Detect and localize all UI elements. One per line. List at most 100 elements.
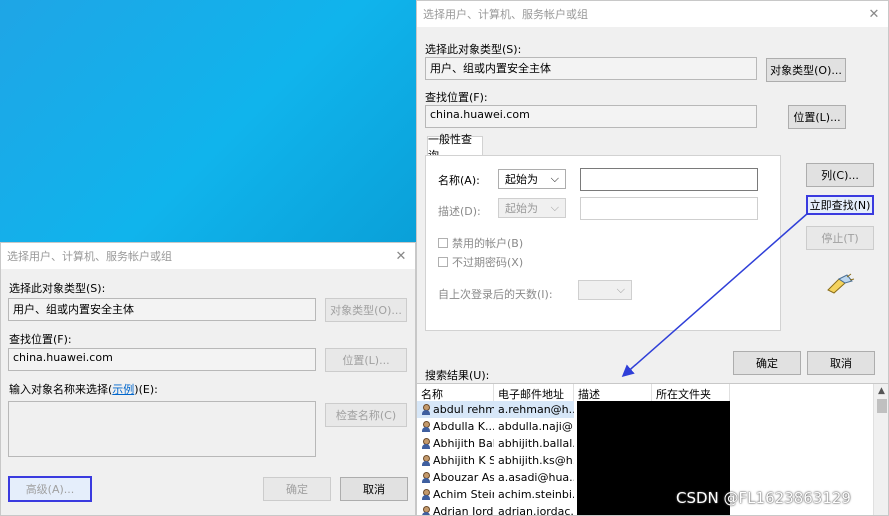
chevron-down-icon: ⌵: [550, 201, 559, 214]
titlebar: 选择用户、计算机、服务帐户或组 ✕: [1, 243, 415, 269]
cell-email: abdulla.naji@...: [498, 420, 574, 433]
non-expiring-password-checkbox[interactable]: 不过期密码(X): [438, 254, 523, 270]
cell-name-text: abdul rehm...: [433, 403, 494, 416]
scroll-up-icon[interactable]: ▲: [878, 386, 885, 396]
enter-names-suffix: )(E):: [134, 383, 158, 396]
table-row[interactable]: abdul rehm... a.rehman@h...: [417, 401, 574, 418]
cell-name-text: Abhijith K S...: [433, 454, 494, 467]
cell-email: abhijith.ks@h...: [498, 454, 574, 467]
location-button[interactable]: 位置(L)...: [788, 105, 846, 129]
user-icon: [421, 506, 431, 515]
name-match-select[interactable]: 起始为 ⌵: [498, 169, 566, 189]
chevron-down-icon: ⌵: [550, 172, 559, 185]
watermark: CSDN @FL1623863129: [676, 489, 851, 507]
column-header-description[interactable]: 描述: [574, 384, 652, 401]
object-type-label: 选择此对象类型(S):: [9, 282, 106, 295]
ok-button[interactable]: 确定: [263, 477, 331, 501]
cell-email: adrian.jordac...: [498, 505, 574, 516]
name-label: 名称(A):: [438, 174, 480, 187]
description-match-select[interactable]: 起始为 ⌵: [498, 198, 566, 218]
object-types-button[interactable]: 对象类型(O)...: [766, 58, 846, 82]
find-now-button[interactable]: 立即查找(N): [806, 195, 874, 215]
user-icon: [421, 421, 431, 432]
titlebar: 选择用户、计算机、服务帐户或组 ✕: [417, 1, 888, 27]
table-row[interactable]: Abouzar As... a.asadi@hua...: [417, 469, 574, 486]
object-type-field: 用户、组或内置安全主体: [8, 298, 316, 321]
name-match-value: 起始为: [505, 173, 538, 186]
cell-name: Abdulla K...: [417, 418, 494, 435]
object-type-field: 用户、组或内置安全主体: [425, 57, 757, 80]
ok-button[interactable]: 确定: [733, 351, 801, 375]
column-header-name[interactable]: 名称: [417, 384, 494, 401]
enter-names-label: 输入对象名称来选择(示例)(E):: [9, 381, 158, 397]
column-header-folder[interactable]: 所在文件夹: [652, 384, 730, 401]
location-field: china.huawei.com: [425, 105, 757, 128]
cell-name: abdul rehm...: [417, 401, 494, 418]
location-button[interactable]: 位置(L)...: [325, 348, 407, 372]
checkbox-box: [438, 238, 448, 248]
vertical-scrollbar[interactable]: ▲: [873, 384, 888, 515]
close-icon[interactable]: ✕: [866, 7, 882, 22]
cell-name: Abhijith K S...: [417, 452, 494, 469]
table-row[interactable]: Adrian Jord... adrian.jordac...: [417, 503, 574, 516]
window-title: 选择用户、计算机、服务帐户或组: [7, 250, 172, 263]
checkbox-box: [438, 257, 448, 267]
cancel-button[interactable]: 取消: [340, 477, 408, 501]
location-label: 查找位置(F):: [425, 91, 488, 104]
tab-common-queries[interactable]: 一般性查询: [427, 133, 483, 162]
user-icon: [421, 472, 431, 483]
cell-name-text: Achim Stein...: [433, 488, 494, 501]
results-header: 名称 电子邮件地址 描述 所在文件夹: [417, 384, 730, 401]
select-users-dialog-basic: 选择用户、计算机、服务帐户或组 ✕ 选择此对象类型(S): 用户、组或内置安全主…: [0, 242, 416, 516]
chevron-down-icon: ⌵: [616, 283, 625, 296]
cancel-button[interactable]: 取消: [807, 351, 875, 375]
columns-button[interactable]: 列(C)...: [806, 163, 874, 187]
enter-names-prefix: 输入对象名称来选择(: [9, 383, 113, 396]
cell-name: Achim Stein...: [417, 486, 494, 503]
location-field: china.huawei.com: [8, 348, 316, 371]
cell-name-text: Abouzar As...: [433, 471, 494, 484]
search-results-label: 搜索结果(U):: [425, 369, 490, 382]
object-names-textarea[interactable]: [8, 401, 316, 457]
name-input[interactable]: [580, 168, 758, 191]
cell-name-text: Abhijith Bal...: [433, 437, 494, 450]
scroll-thumb[interactable]: [877, 399, 887, 413]
stop-button[interactable]: 停止(T): [806, 226, 874, 250]
screen: 选择用户、计算机、服务帐户或组 ✕ 选择此对象类型(S): 用户、组或内置安全主…: [0, 0, 889, 516]
user-icon: [421, 404, 431, 415]
check-names-button[interactable]: 检查名称(C): [325, 403, 407, 427]
object-types-button[interactable]: 对象类型(O)...: [325, 298, 407, 322]
table-row[interactable]: Abhijith K S... abhijith.ks@h...: [417, 452, 574, 469]
non-expiring-password-label: 不过期密码(X): [452, 256, 524, 269]
user-icon: [421, 489, 431, 500]
select-users-dialog-advanced: 选择用户、计算机、服务帐户或组 ✕ 选择此对象类型(S): 用户、组或内置安全主…: [416, 0, 889, 516]
examples-link[interactable]: 示例: [112, 383, 134, 396]
user-icon: [421, 438, 431, 449]
disabled-accounts-label: 禁用的帐户(B): [452, 237, 524, 250]
search-flashlight-icon: [827, 273, 855, 294]
advanced-button[interactable]: 高级(A)...: [8, 476, 92, 502]
cell-name-text: Abdulla K...: [433, 420, 494, 433]
description-label: 描述(D):: [438, 205, 481, 218]
desktop-background: [0, 0, 417, 242]
table-row[interactable]: Achim Stein... achim.steinbi...: [417, 486, 574, 503]
description-input[interactable]: [580, 197, 758, 220]
location-label: 查找位置(F):: [9, 333, 72, 346]
window-title: 选择用户、计算机、服务帐户或组: [423, 8, 588, 21]
object-type-label: 选择此对象类型(S):: [425, 43, 522, 56]
days-since-logon-select[interactable]: ⌵: [578, 280, 632, 300]
cell-email: a.rehman@h...: [498, 403, 574, 416]
cell-email: achim.steinbi...: [498, 488, 574, 501]
description-match-value: 起始为: [505, 202, 538, 215]
table-row[interactable]: Abhijith Bal... abhijith.ballal...: [417, 435, 574, 452]
cell-email: abhijith.ballal...: [498, 437, 574, 450]
close-icon[interactable]: ✕: [393, 249, 409, 264]
cell-name: Abouzar As...: [417, 469, 494, 486]
days-since-logon-label: 自上次登录后的天数(I):: [438, 288, 553, 301]
cell-name: Abhijith Bal...: [417, 435, 494, 452]
column-header-email[interactable]: 电子邮件地址: [494, 384, 574, 401]
disabled-accounts-checkbox[interactable]: 禁用的帐户(B): [438, 235, 523, 251]
cell-name: Adrian Jord...: [417, 503, 494, 515]
table-row[interactable]: Abdulla K... abdulla.naji@...: [417, 418, 574, 435]
user-icon: [421, 455, 431, 466]
